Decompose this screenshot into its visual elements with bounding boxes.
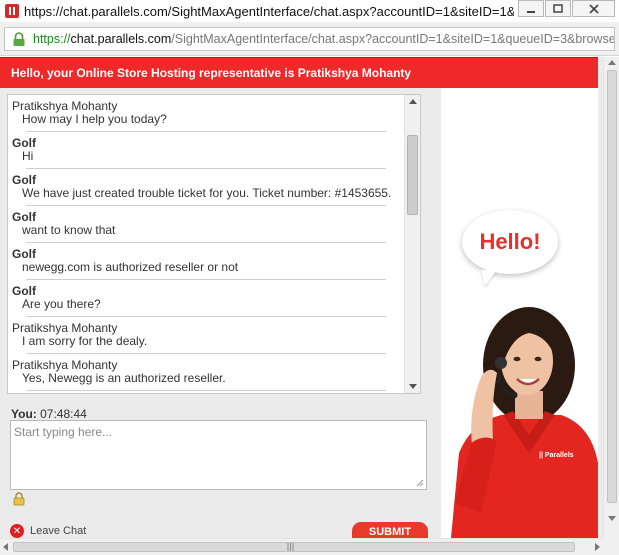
message-sender: Golf	[12, 136, 36, 150]
message-sender: Golf	[12, 247, 36, 261]
secure-lock-icon	[13, 492, 25, 506]
chat-message: Pratikshya Mohanty How may I help you tod…	[8, 95, 396, 132]
message-text: We have just created trouble ticket for …	[22, 186, 392, 200]
message-text: want to know that	[22, 223, 116, 237]
chat-header: Hello, your Online Store Hosting represe…	[0, 57, 598, 88]
chat-message: Pratikshya Mohanty Yes, Newegg is an auth…	[8, 354, 396, 391]
minimize-icon	[527, 10, 535, 13]
minimize-button[interactable]	[518, 0, 544, 17]
lock-icon	[13, 31, 25, 46]
message-sender: Golf	[12, 284, 36, 298]
promo-pane: Hello! || Parallels	[441, 88, 598, 538]
maximize-button[interactable]	[545, 0, 571, 17]
transcript-scroll-thumb[interactable]	[407, 135, 418, 215]
page-vertical-thumb[interactable]	[607, 70, 617, 503]
url-host: chat.parallels.com	[70, 32, 172, 46]
parallels-favicon	[5, 4, 19, 18]
chat-message: Golf Hi	[8, 132, 396, 169]
message-text: Are you there?	[22, 297, 101, 311]
chat-message: Pratikshya Mohanty I am sorry for the dea…	[8, 317, 396, 354]
url-field[interactable]: https://chat.parallels.com/SightMaxAgent…	[4, 27, 615, 51]
window-title-bar: https://chat.parallels.com/SightMaxAgent…	[0, 0, 619, 22]
transcript-scrollbar[interactable]	[404, 95, 420, 393]
page-scroll-left-icon[interactable]	[3, 543, 8, 551]
message-sender: Pratikshya Mohanty	[12, 99, 118, 113]
message-text: newegg.com is authorized reseller or not	[22, 260, 239, 274]
close-circle-icon: ✕	[10, 524, 24, 538]
message-sender: Pratikshya Mohanty	[12, 321, 118, 335]
message-list: Pratikshya Mohanty How may I help you tod…	[8, 95, 420, 391]
window-controls	[517, 0, 615, 17]
compose-status: You: 07:48:44	[11, 407, 87, 421]
scrollbar-corner	[603, 538, 619, 555]
message-text: I am sorry for the dealy.	[22, 334, 148, 348]
message-sender: Golf	[12, 173, 36, 187]
you-label: You:	[11, 407, 37, 421]
scroll-up-icon[interactable]	[409, 99, 417, 104]
chat-message: Golf want to know that	[8, 206, 396, 243]
message-input[interactable]: Start typing here...	[10, 420, 427, 490]
scroll-down-icon[interactable]	[409, 384, 417, 389]
address-bar: https://chat.parallels.com/SightMaxAgent…	[0, 22, 619, 56]
message-sender: Golf	[12, 210, 36, 224]
scroll-grip-icon	[287, 543, 294, 551]
page-scroll-down-icon[interactable]	[608, 516, 616, 521]
url-text: https://chat.parallels.com/SightMaxAgent…	[33, 32, 615, 46]
close-button[interactable]	[572, 0, 615, 17]
message-sender: Pratikshya Mohanty	[12, 358, 118, 372]
hello-text: Hello!	[479, 229, 541, 254]
chat-transcript[interactable]: Pratikshya Mohanty How may I help you tod…	[7, 94, 421, 394]
hello-speech-bubble: Hello!	[462, 210, 558, 274]
page-vertical-scrollbar[interactable]	[603, 57, 619, 538]
chat-message: Golf Are you there?	[8, 280, 396, 317]
svg-text:|| Parallels: || Parallels	[539, 452, 574, 459]
support-agent-photo: || Parallels	[451, 307, 598, 538]
url-scheme: https://	[33, 32, 71, 46]
message-divider	[26, 390, 386, 391]
url-path: /SightMaxAgentInterface/chat.aspx?accoun…	[171, 32, 615, 46]
leave-chat-label: Leave Chat	[30, 525, 87, 537]
chat-message: Golf We have just created trouble ticket …	[8, 169, 396, 206]
leave-chat-link[interactable]: ✕ Leave Chat	[10, 524, 86, 538]
resize-handle-icon[interactable]	[416, 479, 424, 487]
chat-pane: Pratikshya Mohanty How may I help you tod…	[0, 88, 441, 542]
close-icon	[588, 3, 599, 14]
page-scroll-right-icon[interactable]	[595, 543, 600, 551]
message-input-placeholder: Start typing here...	[14, 425, 113, 439]
window-title: https://chat.parallels.com/SightMaxAgent…	[24, 3, 514, 19]
chat-header-title: Hello, your Online Store Hosting represe…	[11, 66, 412, 80]
speech-bubble-tail	[481, 270, 497, 286]
message-text: How may I help you today?	[22, 112, 167, 126]
message-text: Yes, Newegg is an authorized reseller.	[22, 371, 226, 385]
message-text: Hi	[22, 149, 34, 163]
maximize-icon	[553, 3, 563, 13]
chat-message: Golf newegg.com is authorized reseller or…	[8, 243, 396, 280]
page-horizontal-scrollbar[interactable]	[0, 538, 603, 555]
compose-timestamp: 07:48:44	[40, 407, 87, 421]
chat-page: Hello, your Online Store Hosting represe…	[0, 57, 603, 542]
page-scroll-up-icon[interactable]	[608, 60, 616, 65]
